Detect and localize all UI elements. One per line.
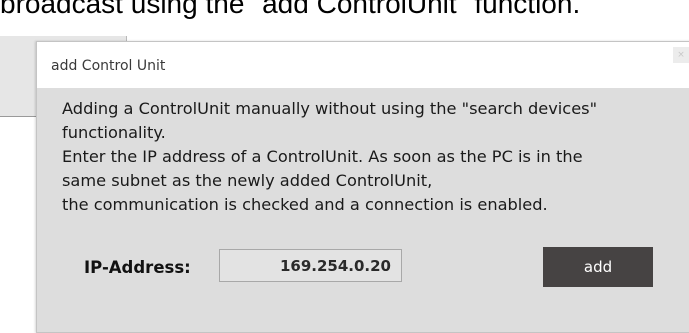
background-divider: [0, 116, 36, 117]
message-line: functionality.: [62, 123, 166, 142]
background-caption: broadcast using the "add ControlUnit" fu…: [0, 0, 581, 19]
dialog-title-bar[interactable]: add Control Unit: [37, 42, 689, 88]
dialog-title: add Control Unit: [51, 58, 166, 74]
dialog-message: Adding a ControlUnit manually without us…: [62, 97, 687, 217]
close-icon[interactable]: ×: [673, 47, 689, 63]
message-line: the communication is checked and a conne…: [62, 195, 548, 214]
add-button[interactable]: add: [543, 247, 653, 287]
message-line: Adding a ControlUnit manually without us…: [62, 99, 598, 118]
message-line: Enter the IP address of a ControlUnit. A…: [62, 147, 583, 166]
ip-address-label: IP-Address:: [84, 258, 191, 277]
add-control-unit-dialog: add Control Unit × Adding a ControlUnit …: [36, 41, 689, 333]
ip-address-input[interactable]: [219, 249, 402, 282]
message-line: same subnet as the newly added ControlUn…: [62, 171, 433, 190]
